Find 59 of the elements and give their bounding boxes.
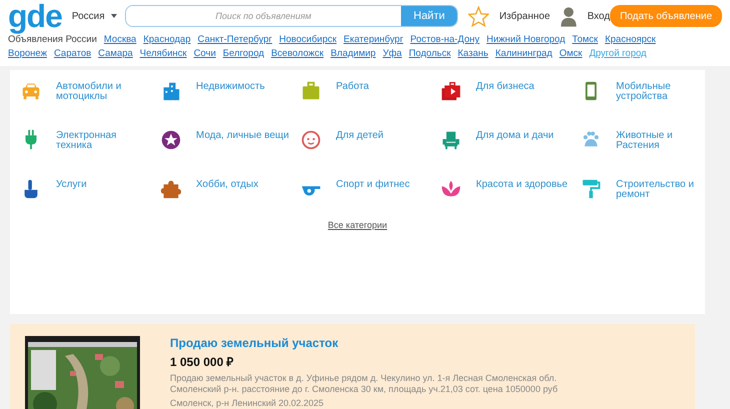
city-link[interactable]: Подольск bbox=[408, 48, 451, 59]
search-field[interactable]: Поиск по объявлениям Найти bbox=[124, 5, 458, 27]
login-link[interactable]: Вход bbox=[587, 10, 610, 22]
category-link[interactable]: Строительство и ремонт bbox=[616, 180, 711, 200]
all-categories-link[interactable]: Все категории bbox=[328, 220, 388, 230]
category-link[interactable]: Электронная техника bbox=[56, 131, 151, 151]
city-link[interactable]: Томск bbox=[572, 34, 598, 45]
city-link[interactable]: Сочи bbox=[194, 48, 216, 59]
category-link[interactable]: Спорт и фитнес bbox=[336, 180, 431, 190]
category-link[interactable]: Для детей bbox=[336, 131, 431, 141]
other-city-link[interactable]: Другой город bbox=[589, 48, 646, 59]
star-icon[interactable] bbox=[468, 6, 490, 26]
briefcase-icon[interactable] bbox=[300, 80, 322, 102]
baby-face-icon[interactable] bbox=[300, 129, 322, 151]
city-link[interactable]: Москва bbox=[104, 34, 136, 45]
city-link[interactable]: Екатеринбург bbox=[344, 34, 404, 45]
category-link[interactable]: Услуги bbox=[56, 180, 151, 190]
paint-roller-icon[interactable] bbox=[580, 178, 602, 200]
city-link[interactable]: Краснодар bbox=[143, 34, 191, 45]
category-link[interactable]: Животные и Растения bbox=[616, 131, 711, 151]
city-link[interactable]: Уфа bbox=[382, 48, 402, 59]
category-link[interactable]: Для бизнеса bbox=[476, 82, 571, 92]
listing-title[interactable]: Продаю земельный участок bbox=[170, 336, 600, 350]
favorites-link[interactable]: Избранное bbox=[499, 10, 550, 22]
puzzle-icon[interactable] bbox=[160, 178, 182, 200]
listing-description: Продаю земельный участок в д. Уфинье рядом д. Чекулино ул. 1-я Лесная Смоленская обл. Смоленский р-н. расстояние до г. Смоленска 30 км, площадь уч.21,03 сот. цена 1050000 руб bbox=[170, 373, 559, 395]
category-link[interactable]: Мобильные устройства bbox=[616, 82, 711, 102]
city-link[interactable]: Казань bbox=[458, 48, 488, 59]
category-link[interactable]: Автомобили и мотоциклы bbox=[56, 82, 151, 102]
search-button[interactable]: Найти bbox=[401, 6, 458, 26]
category-link[interactable]: Красота и здоровье bbox=[476, 180, 571, 190]
star-badge-icon[interactable] bbox=[160, 129, 182, 151]
city-link[interactable]: Владимир bbox=[330, 48, 376, 59]
listing-price: 1 050 000 ₽ bbox=[170, 354, 235, 370]
city-link[interactable]: Саратов bbox=[54, 48, 92, 59]
city-link[interactable]: Омск bbox=[559, 48, 582, 59]
city-link[interactable]: Калининград bbox=[495, 48, 552, 59]
user-icon[interactable] bbox=[560, 5, 578, 27]
city-link[interactable]: Воронеж bbox=[8, 48, 47, 59]
city-link[interactable]: Санкт-Петербург bbox=[198, 34, 272, 45]
category-link[interactable]: Хобби, отдых bbox=[196, 180, 291, 190]
category-link[interactable]: Работа bbox=[336, 82, 431, 92]
city-link[interactable]: Красноярск bbox=[604, 34, 656, 45]
city-link[interactable]: Всеволожск bbox=[271, 48, 324, 59]
play-case-icon[interactable] bbox=[440, 80, 462, 102]
region-selector[interactable]: Россия bbox=[72, 10, 105, 22]
city-link[interactable]: Ростов-на-Дону bbox=[410, 34, 480, 45]
city-link[interactable]: Новосибирск bbox=[279, 34, 337, 45]
caret-icon[interactable] bbox=[110, 14, 117, 18]
city-link[interactable]: Самара bbox=[98, 48, 133, 59]
city-link[interactable]: Челябинск bbox=[140, 48, 187, 59]
category-link[interactable]: Для дома и дачи bbox=[476, 131, 571, 141]
cities-label: Объявления России bbox=[8, 34, 97, 45]
category-link[interactable]: Мода, личные вещи bbox=[196, 131, 291, 141]
city-link[interactable]: Нижний Новгород bbox=[486, 34, 566, 45]
listing-location-date: Смоленск, р-н Ленинский 20.02.2025 bbox=[170, 398, 325, 408]
city-link[interactable]: Белгород bbox=[222, 48, 264, 59]
category-link[interactable]: Недвижимость bbox=[196, 82, 291, 92]
armchair-icon[interactable] bbox=[440, 129, 462, 151]
